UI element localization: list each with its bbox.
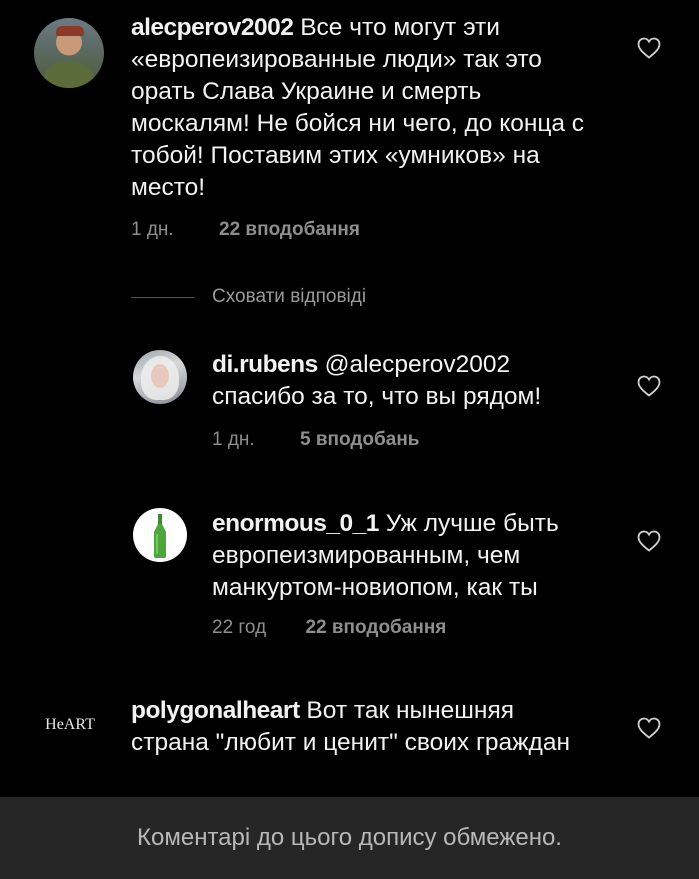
comment-meta: 1 дн. 5 вподобань	[212, 429, 419, 451]
likes-count[interactable]: 22 вподобання	[305, 617, 446, 639]
comment-body: спасибо за то, что вы рядом!	[212, 383, 542, 410]
comment-text: alecperov2002 Все что могут эти «европеи…	[131, 12, 591, 204]
comment-text: enormous_0_1 Уж лучше быть европеизмиров…	[212, 508, 612, 604]
bottle-icon	[154, 514, 166, 558]
avatar-cap-shape	[56, 26, 84, 36]
heart-outline-icon[interactable]	[637, 530, 661, 552]
comment-meta: 22 год 22 вподобання	[212, 617, 446, 639]
comment-body: Все что могут эти «европеизированные люд…	[131, 14, 585, 201]
username-link[interactable]: di.rubens	[212, 351, 318, 378]
comment-time: 1 дн.	[131, 219, 174, 240]
heart-outline-icon[interactable]	[637, 375, 661, 397]
avatar[interactable]	[34, 18, 104, 88]
avatar[interactable]: HeART	[30, 710, 110, 740]
comments-restricted-banner: Коментарі до цього допису обмежено.	[0, 797, 699, 879]
comment-text: di.rubens @alecperov2002 спасибо за то, …	[212, 349, 612, 413]
username-link[interactable]: enormous_0_1	[212, 510, 379, 537]
restricted-message: Коментарі до цього допису обмежено.	[137, 824, 562, 851]
heart-outline-icon[interactable]	[637, 717, 661, 739]
comment-text: polygonalheart Вот так нынешняя страна "…	[131, 695, 591, 759]
mention-link[interactable]: @alecperov2002	[318, 351, 511, 378]
comment-meta: 1 дн. 22 вподобання	[131, 219, 360, 241]
avatar-body-shape	[44, 62, 94, 88]
avatar[interactable]	[133, 508, 187, 562]
replies-divider	[131, 297, 195, 298]
likes-count[interactable]: 5 вподобань	[300, 429, 419, 451]
username-link[interactable]: alecperov2002	[131, 14, 294, 41]
comment-time: 1 дн.	[212, 429, 255, 450]
hide-replies-button[interactable]: Сховати відповіді	[212, 286, 366, 308]
heart-outline-icon[interactable]	[637, 37, 661, 59]
avatar[interactable]	[133, 350, 187, 404]
avatar-logo-text: HeART	[45, 716, 95, 733]
comment-time: 22 год	[212, 617, 267, 638]
avatar-face-shape	[151, 364, 169, 388]
likes-count[interactable]: 22 вподобання	[219, 219, 360, 241]
username-link[interactable]: polygonalheart	[131, 697, 300, 724]
